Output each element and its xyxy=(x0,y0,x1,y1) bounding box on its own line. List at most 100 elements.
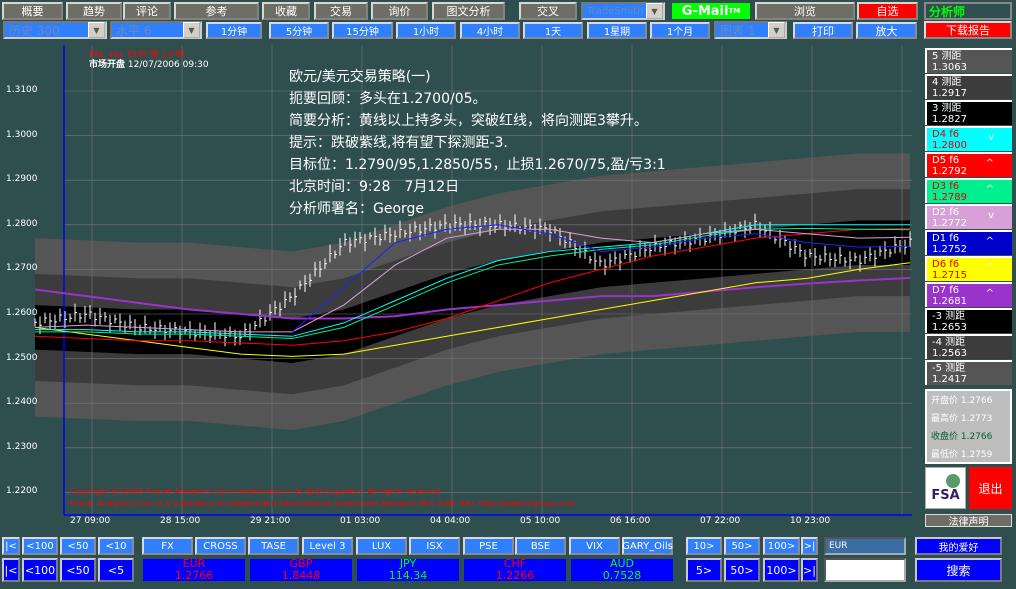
market-tab-9[interactable]: GARY_Oils xyxy=(622,537,673,555)
market-tab-0[interactable]: FX xyxy=(142,537,193,555)
fwd-50-button-2[interactable]: 50> xyxy=(724,558,760,582)
period-1min[interactable]: 1分钟 xyxy=(206,22,262,39)
last-button[interactable]: >| xyxy=(801,558,818,582)
market-tab-1[interactable]: CROSS xyxy=(195,537,246,555)
symbol-input[interactable]: EUR xyxy=(824,537,906,555)
fwd-50-button[interactable]: 50> xyxy=(724,537,760,555)
x-tick-label: 10 23:00 xyxy=(790,516,831,526)
market-tab-5[interactable]: ISX xyxy=(409,537,460,555)
x-tick-label: 05 10:00 xyxy=(520,516,561,526)
fwd-100-button[interactable]: 100> xyxy=(763,537,800,555)
quote-value: 1.2766 xyxy=(174,569,214,582)
trend-button[interactable]: 趋势 xyxy=(66,2,122,20)
back-10-button[interactable]: <10 xyxy=(98,537,134,555)
level-value: 1.2827 xyxy=(932,113,967,125)
quote-tile[interactable]: CHF 1.2266 xyxy=(464,558,566,582)
level-value: 1.2800 xyxy=(932,139,967,151)
fwd-100-button-2[interactable]: 100> xyxy=(763,558,800,582)
period-1hour[interactable]: 1小时 xyxy=(396,22,456,39)
level-box: 3 测距 1.2827 xyxy=(925,100,1012,125)
note-target: 目标位：1.2790/95,1.2850/55，止损1.2670/75,盈/亏3… xyxy=(289,157,666,173)
level-value: 1.2752 xyxy=(932,243,967,255)
chevron-up-icon: ^ xyxy=(985,262,994,273)
level-label: D5 f6 xyxy=(932,154,960,166)
cross-button[interactable]: 交叉 xyxy=(519,2,577,20)
search-button[interactable]: 搜索 xyxy=(915,558,1002,582)
legal-link[interactable]: 法律声明 xyxy=(925,514,1012,528)
market-tab-6[interactable]: PSE xyxy=(463,537,514,555)
level-value: 1.2653 xyxy=(932,321,967,333)
inquiry-button[interactable]: 询价 xyxy=(371,2,428,20)
market-tab-8[interactable]: VIX xyxy=(569,537,620,555)
reference-button[interactable]: 参考 xyxy=(174,2,259,20)
exit-button[interactable]: 退出 xyxy=(969,467,1012,509)
back-100-button[interactable]: <100 xyxy=(22,537,58,555)
market-tab-2[interactable]: TASE xyxy=(248,537,299,555)
chevron-down-icon: v xyxy=(988,210,994,221)
search-input[interactable] xyxy=(824,558,906,582)
comment-button[interactable]: 评论 xyxy=(123,2,171,20)
period-5min[interactable]: 5分钟 xyxy=(269,22,329,39)
fwd-10-button[interactable]: 10> xyxy=(686,537,722,555)
period-1week[interactable]: 1星期 xyxy=(587,22,647,39)
note-title: 欧元/美元交易策略(一) xyxy=(289,69,431,85)
period-1day[interactable]: 1天 xyxy=(523,22,583,39)
gmail-button[interactable]: G-Mail TM xyxy=(672,3,750,19)
zoom-button[interactable]: 放大 xyxy=(856,22,917,39)
chevron-down-icon: ▼ xyxy=(646,3,663,19)
my-favorites-button[interactable]: 我的爱好 xyxy=(915,537,1002,555)
y-tick-label: 1.2300 xyxy=(6,441,38,452)
level-box: D2 f6 1.2772 v xyxy=(925,204,1012,229)
level-value: 1.2681 xyxy=(932,295,967,307)
tradesmith-select[interactable]: TradeSmith ▼ xyxy=(581,2,665,20)
custom-button[interactable]: 自选 xyxy=(857,2,918,20)
market-tab-7[interactable]: BSE xyxy=(515,537,566,555)
note-review: 扼要回顾：多头在1.2700/05。 xyxy=(289,91,487,107)
back-50-button[interactable]: <50 xyxy=(60,537,96,555)
first-button[interactable]: |< xyxy=(2,558,20,582)
history-select[interactable]: 历史 300 ▼ xyxy=(3,21,107,39)
level-value: 1.2417 xyxy=(932,373,967,385)
print-button[interactable]: 打印 xyxy=(793,22,853,39)
quote-tile[interactable]: AUD 0.7528 xyxy=(571,558,673,582)
quote-tile[interactable]: EUR 1.2766 xyxy=(143,558,245,582)
quote-value: 1.2266 xyxy=(495,569,535,582)
level-label: D6 f6 xyxy=(932,258,960,270)
quote-tile[interactable]: GBP 1.8448 xyxy=(250,558,352,582)
market-tab-4[interactable]: LUX xyxy=(356,537,407,555)
market-open-label: 市场开盘 xyxy=(89,60,126,70)
browse-button[interactable]: 浏览 xyxy=(755,2,855,20)
period-4hour[interactable]: 4小时 xyxy=(460,22,520,39)
level-box: D7 f6 1.2681 ^ xyxy=(925,282,1012,307)
level-value: 水平 6 xyxy=(116,23,152,38)
y-tick-label: 1.2700 xyxy=(6,263,38,274)
download-report-button[interactable]: 下载报告 xyxy=(924,21,1012,39)
market-tab-3[interactable]: Level 3 xyxy=(302,537,353,555)
chart-select[interactable]: 图表 1 ▼ xyxy=(714,21,787,39)
quote-value: 114.34 xyxy=(388,569,428,582)
level-box: D1 f6 1.2752 ^ xyxy=(925,230,1012,255)
y-tick-label: 1.2200 xyxy=(6,486,38,497)
level-select[interactable]: 水平 6 ▼ xyxy=(110,21,202,39)
overview-button[interactable]: 概要 xyxy=(2,2,63,20)
trade-button[interactable]: 交易 xyxy=(314,2,368,20)
period-15min[interactable]: 15分钟 xyxy=(332,22,393,39)
y-tick-label: 1.2600 xyxy=(6,308,38,318)
back-100-button-2[interactable]: <100 xyxy=(22,558,58,582)
first-page-button[interactable]: |< xyxy=(2,537,20,555)
chart-analysis-button[interactable]: 图文分析 xyxy=(432,2,505,20)
fwd-5-button[interactable]: 5> xyxy=(686,558,722,582)
x-tick-label: 04 04:00 xyxy=(430,516,471,526)
period-1month[interactable]: 1个月 xyxy=(650,22,710,39)
y-tick-label: 1.2500 xyxy=(6,352,38,363)
y-tick-label: 1.2900 xyxy=(6,174,38,185)
market-open: 市场开盘 12/07/2006 09:30 xyxy=(89,57,209,70)
back-5-button[interactable]: <5 xyxy=(98,558,134,582)
x-tick-label: 27 09:00 xyxy=(70,516,111,526)
last-page-button[interactable]: >| xyxy=(801,537,818,555)
level-label: -4 测距 xyxy=(932,336,966,348)
back-50-button-2[interactable]: <50 xyxy=(60,558,96,582)
favorites-button[interactable]: 收藏 xyxy=(262,2,310,20)
level-label: 3 测距 xyxy=(932,102,962,114)
quote-tile[interactable]: JPY 114.34 xyxy=(357,558,459,582)
